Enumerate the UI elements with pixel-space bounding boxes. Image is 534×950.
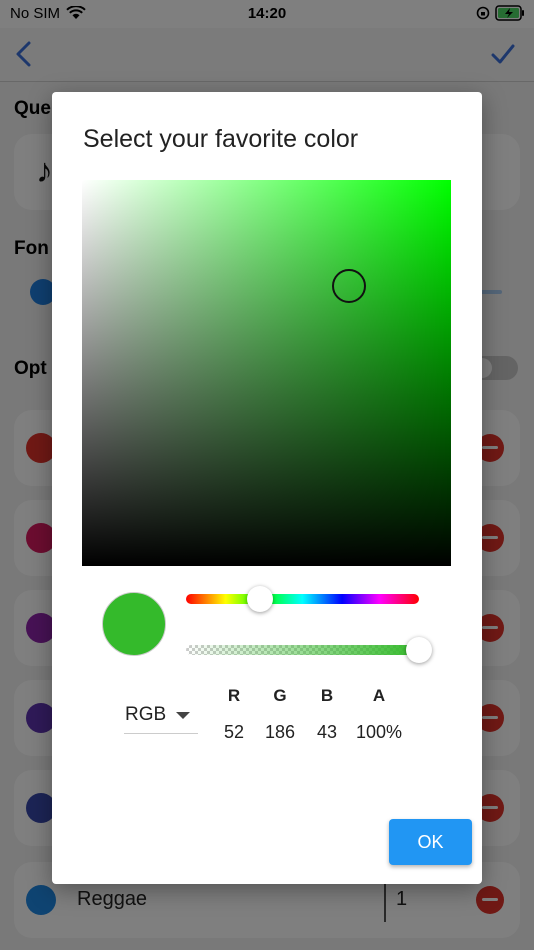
dialog-title: Select your favorite color [83, 125, 359, 153]
selected-color-preview [102, 592, 166, 656]
channel-value-b[interactable]: 43 [297, 722, 357, 743]
color-picker-dialog: Select your favorite color RGB R G B A 5… [52, 92, 482, 884]
saturation-value-picker[interactable] [82, 180, 451, 566]
alpha-slider[interactable] [186, 645, 419, 655]
alpha-slider-knob[interactable] [406, 637, 432, 663]
color-mode-select[interactable]: RGB [124, 700, 198, 734]
color-cursor[interactable] [332, 269, 366, 303]
channel-label-a: A [372, 686, 386, 705]
dropdown-caret-icon [176, 712, 190, 719]
hue-slider-knob[interactable] [247, 586, 273, 612]
ok-button-label: OK [417, 832, 444, 852]
alpha-gradient [186, 645, 419, 655]
channel-label-r: R [227, 686, 241, 705]
hue-slider[interactable] [186, 594, 419, 604]
color-mode-label: RGB [125, 704, 167, 725]
channel-value-a[interactable]: 100% [349, 722, 409, 743]
ok-button[interactable]: OK [389, 819, 472, 865]
channel-label-g: G [273, 686, 287, 705]
channel-label-b: B [320, 686, 334, 705]
